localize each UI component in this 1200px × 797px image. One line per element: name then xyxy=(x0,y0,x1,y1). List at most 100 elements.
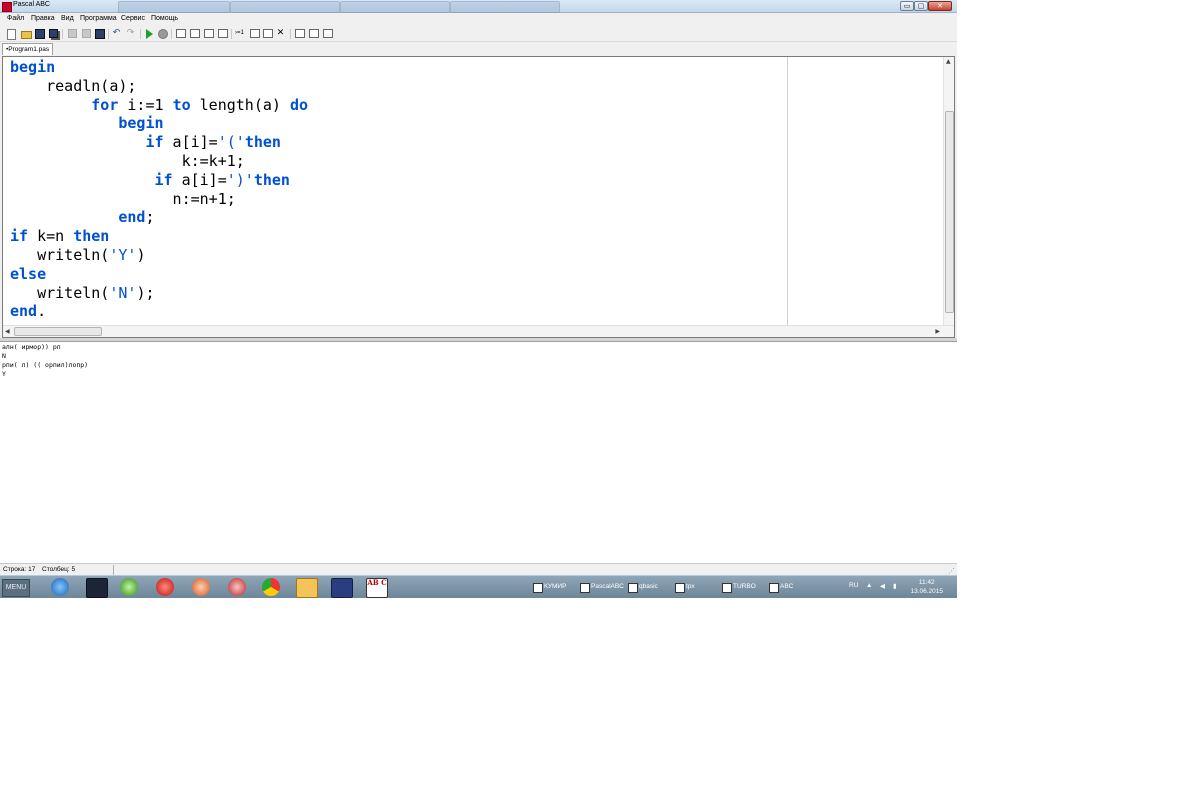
layout3-icon[interactable] xyxy=(323,29,333,38)
vertical-scrollbar[interactable]: ▲ xyxy=(943,57,954,327)
signal-icon[interactable]: ▮ xyxy=(893,582,897,590)
code-line[interactable]: else xyxy=(10,265,308,284)
watch-icon[interactable] xyxy=(218,29,228,38)
task-kumir[interactable]: КУМИР xyxy=(533,580,566,594)
task-abc[interactable]: ABC xyxy=(769,580,793,594)
vertical-scroll-thumb[interactable] xyxy=(945,111,954,313)
code-line[interactable]: end. xyxy=(10,302,308,321)
code-line[interactable]: for i:=1 to length(a) do xyxy=(10,96,308,115)
code-token: length(a) xyxy=(190,95,290,114)
code-line[interactable]: begin xyxy=(10,58,308,77)
code-editor[interactable]: begin readln(a); for i:=1 to length(a) d… xyxy=(2,56,955,338)
globe-icon[interactable] xyxy=(228,578,246,596)
scroll-up-icon[interactable]: ▲ xyxy=(946,58,951,65)
compare-icon[interactable] xyxy=(263,29,273,38)
menu-edit[interactable]: Правка xyxy=(31,15,55,22)
start-button[interactable]: MENU xyxy=(2,579,30,597)
close-button[interactable]: ✕ xyxy=(928,1,952,11)
chrome-icon[interactable] xyxy=(262,578,280,596)
code-line[interactable]: k:=k+1; xyxy=(10,152,308,171)
scroll-left-icon[interactable]: ◀ xyxy=(5,328,10,335)
code-keyword: do xyxy=(289,95,309,114)
tpx-task-icon xyxy=(675,583,685,593)
code-line[interactable]: end; xyxy=(10,208,308,227)
step-out-icon[interactable] xyxy=(204,29,214,38)
copy-icon[interactable] xyxy=(82,29,91,38)
save-icon[interactable] xyxy=(35,29,45,39)
language-indicator[interactable]: RU xyxy=(849,582,858,589)
code-line[interactable]: if a[i]='('then xyxy=(10,133,308,152)
layout2-icon[interactable] xyxy=(309,29,319,38)
undo-icon[interactable]: ↶ xyxy=(112,29,121,38)
cut-icon[interactable] xyxy=(68,29,77,38)
terminal-icon[interactable] xyxy=(86,578,108,598)
task-pascalabc[interactable]: PascalABC xyxy=(580,580,624,594)
run-icon[interactable] xyxy=(146,29,153,39)
code-keyword: if xyxy=(10,227,29,246)
code-line[interactable]: readln(a); xyxy=(10,77,308,96)
menu-view[interactable]: Вид xyxy=(61,15,74,22)
code-keyword: end xyxy=(10,302,38,321)
volume-icon[interactable]: ◀ xyxy=(880,582,885,590)
code-text[interactable]: begin readln(a); for i:=1 to length(a) d… xyxy=(10,58,308,321)
right-margin-line xyxy=(787,57,788,327)
floppy-icon[interactable] xyxy=(331,578,353,598)
code-token: n:=n+1; xyxy=(10,189,236,208)
opera-icon[interactable] xyxy=(156,578,174,596)
open-folder-icon[interactable] xyxy=(21,31,32,39)
task-turbo[interactable]: TURBO xyxy=(722,580,756,594)
horizontal-scrollbar[interactable]: ◀ ▶ xyxy=(3,325,954,337)
task-qbasic[interactable]: qbasic xyxy=(628,580,658,594)
menu-service[interactable]: Сервис xyxy=(121,15,145,22)
step-over-icon[interactable] xyxy=(190,29,200,38)
code-keyword: if xyxy=(145,133,164,152)
window-icon[interactable] xyxy=(250,29,260,38)
minimize-button[interactable]: ▭ xyxy=(900,1,914,11)
clock[interactable]: 11:42 13.06.2015 xyxy=(910,578,943,596)
pascal-abc-window: Pascal ABC ▭ ▢ ✕ Файл Правка Вид Програм… xyxy=(0,0,957,598)
tab-settings-icon[interactable]: ›=1 xyxy=(235,29,247,38)
pascal-task-icon xyxy=(580,583,590,593)
tray-expand-icon[interactable]: ▲ xyxy=(866,582,872,589)
code-line[interactable]: if a[i]=')'then xyxy=(10,171,308,190)
background-browser-tab xyxy=(118,1,230,13)
menu-program[interactable]: Программа xyxy=(80,15,117,22)
ie-icon[interactable] xyxy=(51,578,69,596)
code-line[interactable]: writeln('N'); xyxy=(10,284,308,303)
tab-program1[interactable]: •Program1.pas xyxy=(2,43,54,55)
step-into-icon[interactable] xyxy=(176,29,186,38)
network-icon[interactable] xyxy=(120,578,138,596)
code-line[interactable]: n:=n+1; xyxy=(10,190,308,209)
close-x-icon[interactable]: ✕ xyxy=(276,29,285,38)
code-string: '(' xyxy=(217,133,245,152)
code-token: k=n xyxy=(28,227,74,246)
scroll-right-icon[interactable]: ▶ xyxy=(935,328,940,335)
code-line[interactable]: begin xyxy=(10,114,308,133)
menu-help[interactable]: Помощь xyxy=(151,15,178,22)
task-tpx[interactable]: tpx xyxy=(675,580,695,594)
code-token: i:=1 xyxy=(118,95,173,114)
resize-grip-icon[interactable]: ⋰ xyxy=(948,567,955,575)
code-line[interactable]: writeln('Y') xyxy=(10,246,308,265)
redo-icon[interactable]: ↷ xyxy=(126,29,135,38)
code-keyword: then xyxy=(244,133,281,152)
media-player-icon[interactable] xyxy=(296,578,318,598)
kumir-task-icon xyxy=(533,583,543,593)
stop-icon[interactable] xyxy=(158,29,168,39)
paste-icon[interactable] xyxy=(95,29,105,39)
new-file-icon[interactable] xyxy=(7,29,16,40)
code-line[interactable]: if k=n then xyxy=(10,227,308,246)
gear-icon[interactable] xyxy=(192,578,210,596)
output-window[interactable]: алн( ирмор)) рп N рпи( л) (( орпил)лопр)… xyxy=(0,341,957,564)
output-line: N xyxy=(2,352,6,360)
window-title: Pascal ABC xyxy=(13,1,50,8)
maximize-button[interactable]: ▢ xyxy=(914,1,928,11)
layout-icon[interactable] xyxy=(295,29,305,38)
horizontal-scroll-thumb[interactable] xyxy=(14,327,102,336)
save-all-icon[interactable] xyxy=(49,29,58,38)
abc-icon[interactable]: AB C xyxy=(366,578,388,598)
menu-file[interactable]: Файл xyxy=(7,15,24,22)
